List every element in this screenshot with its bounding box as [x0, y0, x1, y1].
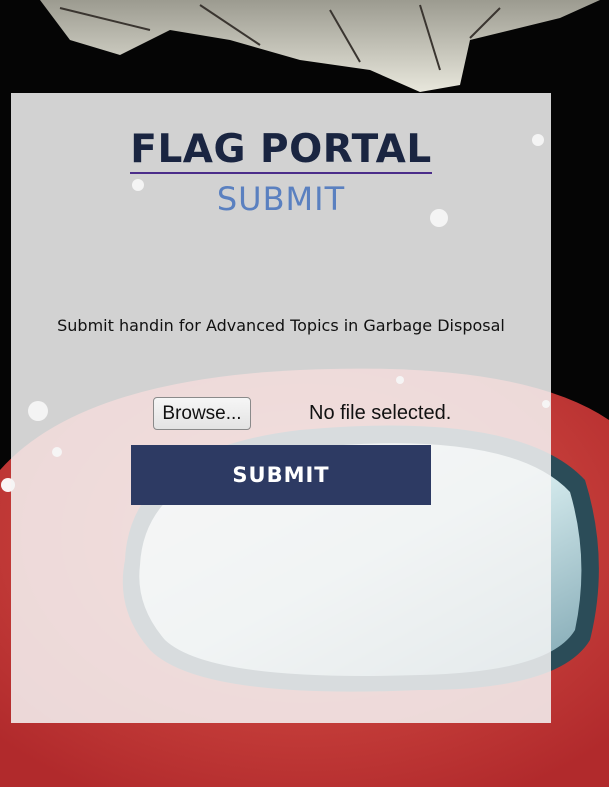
submission-panel: FLAG PORTAL SUBMIT Submit handin for Adv… — [11, 93, 551, 723]
page-title-text: FLAG PORTAL — [130, 127, 432, 174]
file-input[interactable]: Browse... No file selected. — [153, 397, 493, 430]
submit-button[interactable]: SUBMIT — [131, 445, 431, 505]
browse-button[interactable]: Browse... — [153, 397, 251, 430]
page-title: FLAG PORTAL — [11, 125, 551, 175]
file-status-text: No file selected. — [309, 402, 452, 424]
page-subtitle: SUBMIT — [216, 180, 346, 218]
course-description: Submit handin for Advanced Topics in Gar… — [57, 316, 505, 335]
